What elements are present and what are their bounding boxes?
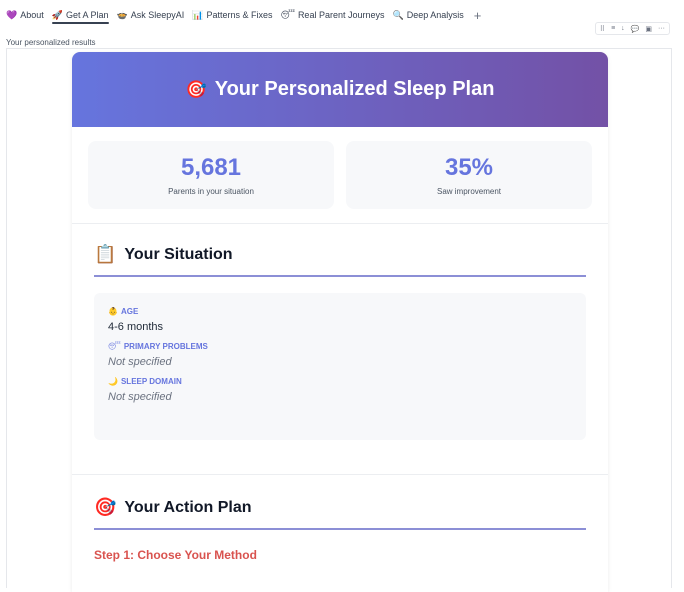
hero-header: 🎯 Your Personalized Sleep Plan (72, 52, 608, 127)
field-label: 😴 PRIMARY PROBLEMS (108, 342, 572, 351)
rocket-icon: 🚀 (51, 9, 63, 20)
field-primary-problems: 😴 PRIMARY PROBLEMS Not specified (108, 342, 572, 368)
stat-card-improvement: 35% Saw improvement (346, 141, 592, 209)
comment-icon[interactable]: 💬 (631, 25, 640, 33)
section-title-text: Your Situation (124, 245, 233, 263)
tab-real-parent-journeys[interactable]: 😴 Real Parent Journeys (281, 0, 385, 30)
drag-handle-icon[interactable]: ⠿ (600, 25, 605, 33)
tab-label: Patterns & Fixes (206, 10, 273, 20)
tab-label: Get A Plan (65, 10, 109, 20)
section-title: 📋 Your Situation (94, 244, 586, 277)
target-icon: 🎯 (94, 497, 117, 517)
bar-chart-icon: 📊 (192, 9, 204, 20)
field-label: 🌙 SLEEP DOMAIN (108, 377, 572, 386)
tab-label: About (20, 10, 44, 20)
field-age: 👶 AGE 4-6 months (108, 307, 572, 333)
stat-card-parents: 5,681 Parents in your situation (88, 141, 334, 209)
field-label: 👶 AGE (108, 307, 572, 316)
stats-row: 5,681 Parents in your situation 35% Saw … (72, 127, 608, 224)
add-tab-icon[interactable]: + (474, 8, 482, 23)
field-value: Not specified (108, 356, 172, 368)
arrow-down-icon[interactable]: ↓ (621, 25, 625, 32)
field-value: 4-6 months (108, 321, 164, 333)
tab-about[interactable]: 💜 About (6, 0, 44, 30)
tab-get-a-plan[interactable]: 🚀 Get A Plan (51, 0, 109, 30)
tab-deep-analysis[interactable]: 🔍 Deep Analysis (392, 0, 463, 30)
list-icon[interactable]: ≡ (611, 25, 615, 32)
action-plan-section: 🎯 Your Action Plan (72, 475, 608, 530)
section-title: 🎯 Your Action Plan (94, 497, 586, 530)
situation-section: 📋 Your Situation 👶 AGE 4-6 months 😴 PRIM… (72, 224, 608, 440)
tab-label: Deep Analysis (406, 10, 464, 20)
field-label-text: PRIMARY PROBLEMS (123, 342, 208, 351)
stat-label: Parents in your situation (168, 187, 254, 196)
more-icon[interactable]: ··· (658, 25, 665, 32)
stat-label: Saw improvement (436, 187, 502, 196)
section-title-text: Your Action Plan (124, 498, 252, 516)
purple-heart-icon: 💜 (6, 9, 18, 20)
sleepy-face-icon: 😴 (108, 342, 121, 351)
tab-ask-sleepyai[interactable]: 🍲 Ask SleepyAI (117, 0, 185, 30)
field-value: Not specified (108, 391, 172, 403)
element-toolbar: ⠿ ≡ ↓ 💬 ▣ ··· (594, 22, 670, 35)
hero-title: Your Personalized Sleep Plan (214, 78, 495, 100)
field-sleep-domain: 🌙 SLEEP DOMAIN Not specified (108, 377, 572, 403)
field-label-text: AGE (120, 307, 139, 316)
step-title: Step 1: Choose Your Method (94, 548, 257, 562)
tab-bar: 💜 About 🚀 Get A Plan 🍲 Ask SleepyAI 📊 Pa… (0, 0, 684, 30)
magnifier-icon: 🔍 (392, 9, 404, 20)
sleep-plan-card: 🎯 Your Personalized Sleep Plan 5,681 Par… (72, 52, 608, 592)
target-icon: 🎯 (185, 79, 207, 99)
baby-icon: 👶 (108, 307, 118, 316)
clipboard-icon: 📋 (94, 244, 117, 264)
stat-value: 35% (444, 154, 494, 181)
fullscreen-icon[interactable]: ▣ (645, 25, 652, 33)
results-caption: Your personalized results (6, 38, 96, 47)
sleepy-face-icon: 😴 (280, 9, 295, 20)
moon-icon: 🌙 (108, 377, 118, 386)
bowl-icon: 🍲 (116, 9, 128, 20)
stat-value: 5,681 (180, 154, 242, 181)
tab-patterns-fixes[interactable]: 📊 Patterns & Fixes (192, 0, 272, 30)
tab-label: Ask SleepyAI (130, 10, 185, 20)
tab-label: Real Parent Journeys (297, 10, 385, 20)
field-label-text: SLEEP DOMAIN (120, 377, 182, 386)
situation-box: 👶 AGE 4-6 months 😴 PRIMARY PROBLEMS Not … (94, 293, 586, 440)
